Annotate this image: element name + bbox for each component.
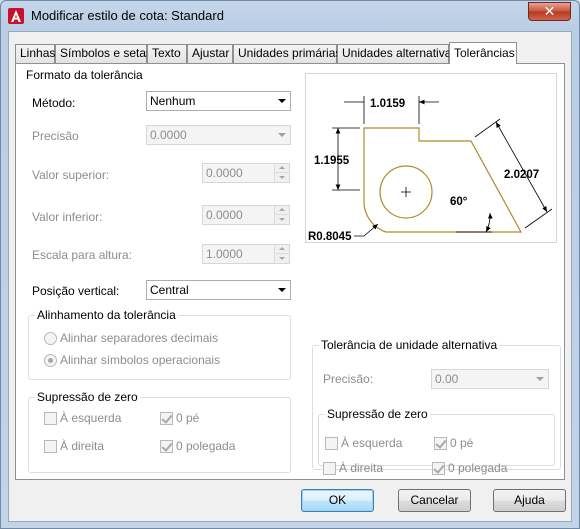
dim-top-label: 1.0159	[370, 98, 405, 110]
checkbox-label-0-pe: 0 pé	[176, 411, 200, 425]
preview-drawing: 1.0159 1.1955 2.0207 60° R0.8045	[308, 74, 553, 243]
group-supressao-zero: Supressão de zero	[28, 390, 291, 473]
checkbox-a-direita[interactable]	[44, 440, 57, 453]
radio-alinhar-simbolos[interactable]	[44, 354, 57, 367]
alt-checkbox-0-polegada[interactable]	[432, 462, 445, 475]
autocad-logo-icon	[8, 8, 24, 24]
radius-label: R0.8045	[308, 231, 352, 242]
ok-button[interactable]: OK	[301, 489, 374, 512]
precisao-value: 0.0000	[150, 128, 187, 142]
center-mark	[401, 187, 411, 197]
checkbox-0-polegada[interactable]	[160, 440, 173, 453]
posicao-vertical-label: Posição vertical:	[32, 284, 120, 298]
valor-inferior-label: Valor inferior:	[32, 210, 103, 224]
alt-precisao-label: Precisão:	[323, 372, 374, 386]
posicao-vertical-dropdown[interactable]: Central	[146, 280, 291, 300]
posicao-vertical-value: Central	[150, 283, 189, 297]
alt-checkbox-label-0-polegada: 0 polegada	[448, 461, 508, 475]
spin-down-icon[interactable]	[274, 254, 289, 263]
help-button[interactable]: Ajuda	[493, 489, 566, 512]
angle-label: 60°	[450, 196, 468, 208]
checkbox-0-pe[interactable]	[160, 412, 173, 425]
metodo-label: Método:	[32, 96, 76, 110]
chevron-down-icon	[531, 370, 548, 388]
dialog-window: Modificar estilo de cota: Standard ✕ Lin…	[0, 0, 580, 529]
group-title-alinhamento: Alinhamento da tolerância	[35, 308, 178, 322]
escala-altura-spinner[interactable]: 1.0000	[202, 244, 290, 264]
group-title-supressao-zero: Supressão de zero	[35, 390, 140, 404]
spin-down-icon[interactable]	[274, 173, 289, 182]
chevron-down-icon	[273, 92, 290, 110]
title-bar[interactable]: Modificar estilo de cota: Standard ✕	[1, 1, 579, 31]
spin-up-icon[interactable]	[274, 245, 289, 254]
valor-superior-value: 0.0000	[206, 166, 243, 180]
valor-inferior-spinner[interactable]: 0.0000	[202, 205, 290, 225]
close-icon[interactable]: ✕	[528, 2, 571, 21]
group-title-formato: Formato da tolerância	[24, 68, 145, 82]
valor-superior-spinner[interactable]: 0.0000	[202, 163, 290, 183]
alt-checkbox-a-direita[interactable]	[323, 462, 336, 475]
alt-precisao-value: 0.00	[435, 372, 459, 386]
chevron-down-icon	[273, 126, 290, 144]
chevron-down-icon	[273, 281, 290, 299]
group-alinhamento: Alinhamento da tolerância	[28, 308, 291, 380]
escala-altura-value: 1.0000	[206, 247, 243, 261]
checkbox-a-esquerda[interactable]	[44, 412, 57, 425]
tab-tolerancias[interactable]: Tolerâncias	[449, 42, 517, 64]
metodo-dropdown[interactable]: Nenhum	[146, 91, 291, 111]
escala-altura-label: Escala para altura:	[32, 248, 133, 262]
tab-unidades-alternativas[interactable]: Unidades alternativas	[337, 44, 457, 63]
valor-inferior-value: 0.0000	[206, 208, 243, 222]
alt-checkbox-label-a-direita: À direita	[339, 461, 384, 475]
metodo-value: Nenhum	[150, 94, 196, 108]
alt-checkbox-label-a-esquerda: À esquerda	[341, 436, 403, 450]
checkbox-label-a-esquerda: À esquerda	[60, 411, 122, 425]
checkbox-label-a-direita: À direita	[60, 439, 105, 453]
radio-label-alinhar-separadores: Alinhar separadores decimais	[60, 331, 219, 345]
alt-precisao-dropdown[interactable]: 0.00	[431, 369, 549, 389]
tab-linhas[interactable]: Linhas	[15, 44, 55, 63]
cancel-button[interactable]: Cancelar	[398, 489, 471, 512]
precisao-label: Precisão	[32, 129, 79, 143]
alt-checkbox-label-0-pe: 0 pé	[450, 436, 474, 450]
tab-panel-tolerancias: Formato da tolerância Método: Nenhum Pre…	[15, 63, 565, 480]
group-title-tolerancia-alternativa: Tolerância de unidade alternativa	[319, 338, 500, 352]
dialog-client: Linhas Símbolos e setas Texto Ajustar Un…	[8, 31, 572, 522]
radio-alinhar-separadores[interactable]	[44, 332, 57, 345]
alt-checkbox-a-esquerda[interactable]	[325, 437, 338, 450]
tab-texto[interactable]: Texto	[147, 44, 187, 63]
tab-ajustar[interactable]: Ajustar	[187, 44, 233, 63]
tab-simbolos-e-setas[interactable]: Símbolos e setas	[55, 44, 152, 63]
dim-left-label: 1.1955	[314, 155, 350, 167]
checkbox-label-0-polegada: 0 polegada	[176, 439, 236, 453]
spin-up-icon[interactable]	[274, 206, 289, 215]
radio-label-alinhar-simbolos: Alinhar símbolos operacionais	[60, 353, 221, 367]
part-outline	[363, 127, 523, 233]
precisao-dropdown[interactable]: 0.0000	[146, 125, 291, 145]
window-title: Modificar estilo de cota: Standard	[31, 8, 224, 23]
tab-unidades-primarias[interactable]: Unidades primárias	[233, 44, 341, 63]
group-title-alt-supressao-zero: Supressão de zero	[325, 407, 430, 421]
spin-up-icon[interactable]	[274, 164, 289, 173]
dim-right-label: 2.0207	[504, 169, 539, 181]
spin-down-icon[interactable]	[274, 215, 289, 224]
preview-pane: 1.0159 1.1955 2.0207 60° R0.8045	[305, 73, 557, 243]
alt-checkbox-0-pe[interactable]	[434, 437, 447, 450]
valor-superior-label: Valor superior:	[32, 168, 110, 182]
